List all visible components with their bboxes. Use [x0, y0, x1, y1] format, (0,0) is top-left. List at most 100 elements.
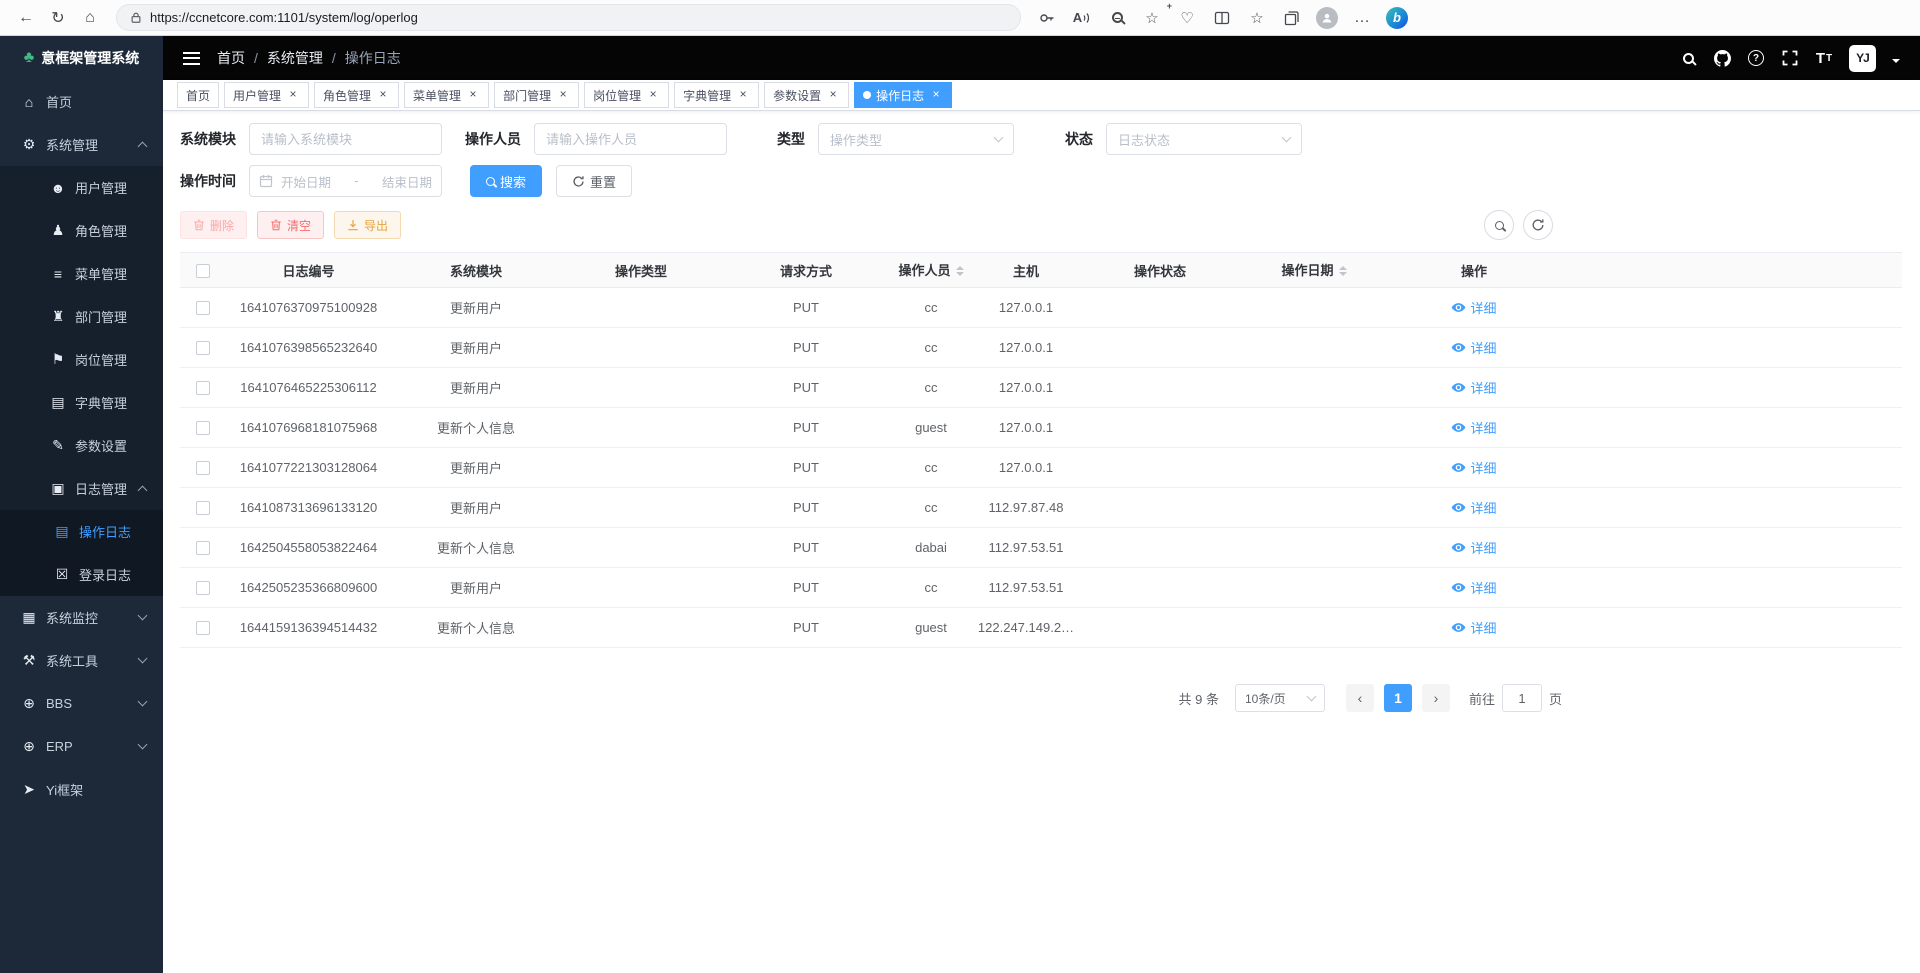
- sort-icon[interactable]: [1339, 262, 1347, 280]
- next-page-button[interactable]: ›: [1422, 684, 1450, 712]
- bing-copilot-icon[interactable]: b: [1381, 4, 1413, 32]
- sidebar-item-operation-log[interactable]: ▤ 操作日志: [0, 510, 163, 553]
- tag-view-tab[interactable]: 部门管理 ×: [494, 82, 579, 108]
- module-input[interactable]: [249, 123, 442, 155]
- sidebar-item-dictionary[interactable]: ▤ 字典管理: [0, 381, 163, 424]
- collapse-sidebar-icon[interactable]: [183, 52, 200, 65]
- browser-essentials-icon[interactable]: ♡: [1171, 4, 1203, 32]
- prev-page-button[interactable]: ‹: [1346, 684, 1374, 712]
- tag-view-tab[interactable]: 岗位管理 ×: [584, 82, 669, 108]
- tag-view-tab[interactable]: 首页: [177, 82, 219, 108]
- close-icon[interactable]: ×: [646, 88, 660, 102]
- github-icon[interactable]: [1713, 48, 1731, 68]
- close-icon[interactable]: ×: [466, 88, 480, 102]
- sidebar-item-users[interactable]: ☻ 用户管理: [0, 166, 163, 209]
- sidebar-item-bbs[interactable]: ⊕ BBS: [0, 682, 163, 725]
- toggle-search-button[interactable]: [1484, 210, 1514, 240]
- detail-button[interactable]: 详细: [1451, 378, 1496, 397]
- sidebar-item-login-log[interactable]: ☒ 登录日志: [0, 553, 163, 596]
- date-range-picker[interactable]: 开始日期 - 结束日期: [249, 165, 442, 197]
- close-icon[interactable]: ×: [376, 88, 390, 102]
- reset-button[interactable]: 重置: [556, 165, 632, 197]
- page-number-button[interactable]: 1: [1384, 684, 1412, 712]
- row-checkbox[interactable]: [196, 501, 210, 515]
- sidebar-item-logs[interactable]: ▣ 日志管理: [0, 467, 163, 510]
- close-icon[interactable]: ×: [826, 88, 840, 102]
- refresh-table-button[interactable]: [1523, 210, 1553, 240]
- row-checkbox[interactable]: [196, 621, 210, 635]
- address-bar[interactable]: https://ccnetcore.com:1101/system/log/op…: [116, 4, 1021, 31]
- header-search-icon[interactable]: [1679, 48, 1697, 68]
- detail-button[interactable]: 详细: [1451, 338, 1496, 357]
- sort-icon[interactable]: [956, 262, 964, 280]
- detail-button[interactable]: 详细: [1451, 298, 1496, 317]
- sidebar-item-menus[interactable]: ≡ 菜单管理: [0, 252, 163, 295]
- sidebar-item-system[interactable]: ⚙ 系统管理: [0, 123, 163, 166]
- tag-view-tab[interactable]: 角色管理 ×: [314, 82, 399, 108]
- status-select[interactable]: 日志状态: [1106, 123, 1302, 155]
- profile-avatar[interactable]: [1311, 4, 1343, 32]
- user-avatar[interactable]: YJ: [1849, 48, 1876, 68]
- detail-button[interactable]: 详细: [1451, 418, 1496, 437]
- sidebar-item-parameters[interactable]: ✎ 参数设置: [0, 424, 163, 467]
- sidebar-item-yi-framework[interactable]: ➤ Yi框架: [0, 768, 163, 811]
- row-checkbox[interactable]: [196, 541, 210, 555]
- operator-input[interactable]: [534, 123, 727, 155]
- delete-button[interactable]: 删除: [180, 211, 247, 239]
- close-icon[interactable]: ×: [929, 88, 943, 102]
- header-date[interactable]: 操作日期: [1239, 253, 1389, 288]
- row-checkbox[interactable]: [196, 301, 210, 315]
- sidebar-item-departments[interactable]: ♜ 部门管理: [0, 295, 163, 338]
- header-operator[interactable]: 操作人员: [891, 253, 971, 288]
- goto-page-input[interactable]: [1502, 684, 1542, 712]
- row-checkbox[interactable]: [196, 461, 210, 475]
- tag-view-tab[interactable]: 用户管理 ×: [224, 82, 309, 108]
- add-favorites-icon[interactable]: ☆ +: [1136, 4, 1168, 32]
- tag-view-tab[interactable]: 字典管理 ×: [674, 82, 759, 108]
- tag-view-tab[interactable]: 菜单管理 ×: [404, 82, 489, 108]
- close-icon[interactable]: ×: [736, 88, 750, 102]
- detail-button[interactable]: 详细: [1451, 458, 1496, 477]
- app-logo[interactable]: ♣ 意框架管理系统: [0, 36, 163, 80]
- row-checkbox[interactable]: [196, 381, 210, 395]
- tag-view-tab[interactable]: 操作日志 ×: [854, 82, 952, 108]
- password-key-icon[interactable]: [1031, 4, 1063, 32]
- close-icon[interactable]: ×: [556, 88, 570, 102]
- refresh-icon[interactable]: ↻: [42, 4, 74, 32]
- export-button[interactable]: 导出: [334, 211, 401, 239]
- breadcrumb-system[interactable]: 系统管理: [267, 48, 323, 68]
- favorites-icon[interactable]: ☆: [1241, 4, 1273, 32]
- sidebar-item-tools[interactable]: ⚒ 系统工具: [0, 639, 163, 682]
- detail-button[interactable]: 详细: [1451, 618, 1496, 637]
- sidebar-item-home[interactable]: ⌂ 首页: [0, 80, 163, 123]
- more-menu-icon[interactable]: …: [1346, 4, 1378, 32]
- browser-home-icon[interactable]: ⌂: [74, 4, 106, 32]
- back-icon[interactable]: ←: [10, 4, 42, 32]
- sidebar-item-roles[interactable]: ♟ 角色管理: [0, 209, 163, 252]
- sidebar-item-posts[interactable]: ⚑ 岗位管理: [0, 338, 163, 381]
- search-button[interactable]: 搜索: [470, 165, 542, 197]
- split-screen-icon[interactable]: [1206, 4, 1238, 32]
- page-size-select[interactable]: 10条/页: [1235, 684, 1325, 712]
- zoom-out-icon[interactable]: [1101, 4, 1133, 32]
- help-icon[interactable]: ?: [1747, 48, 1765, 68]
- fullscreen-icon[interactable]: [1781, 48, 1799, 68]
- type-select[interactable]: 操作类型: [818, 123, 1014, 155]
- sidebar-item-erp[interactable]: ⊕ ERP: [0, 725, 163, 768]
- detail-button[interactable]: 详细: [1451, 498, 1496, 517]
- clear-button[interactable]: 清空: [257, 211, 324, 239]
- collections-icon[interactable]: [1276, 4, 1308, 32]
- select-all-checkbox[interactable]: [196, 264, 210, 278]
- chevron-down-icon[interactable]: [1892, 59, 1900, 67]
- breadcrumb-home[interactable]: 首页: [217, 48, 245, 68]
- sidebar-item-monitor[interactable]: ▦ 系统监控: [0, 596, 163, 639]
- close-icon[interactable]: ×: [286, 88, 300, 102]
- detail-button[interactable]: 详细: [1451, 538, 1496, 557]
- row-checkbox[interactable]: [196, 421, 210, 435]
- font-size-icon[interactable]: TT: [1815, 48, 1833, 68]
- tag-view-tab[interactable]: 参数设置 ×: [764, 82, 849, 108]
- read-aloud-icon[interactable]: A: [1066, 4, 1098, 32]
- detail-button[interactable]: 详细: [1451, 578, 1496, 597]
- row-checkbox[interactable]: [196, 341, 210, 355]
- row-checkbox[interactable]: [196, 581, 210, 595]
